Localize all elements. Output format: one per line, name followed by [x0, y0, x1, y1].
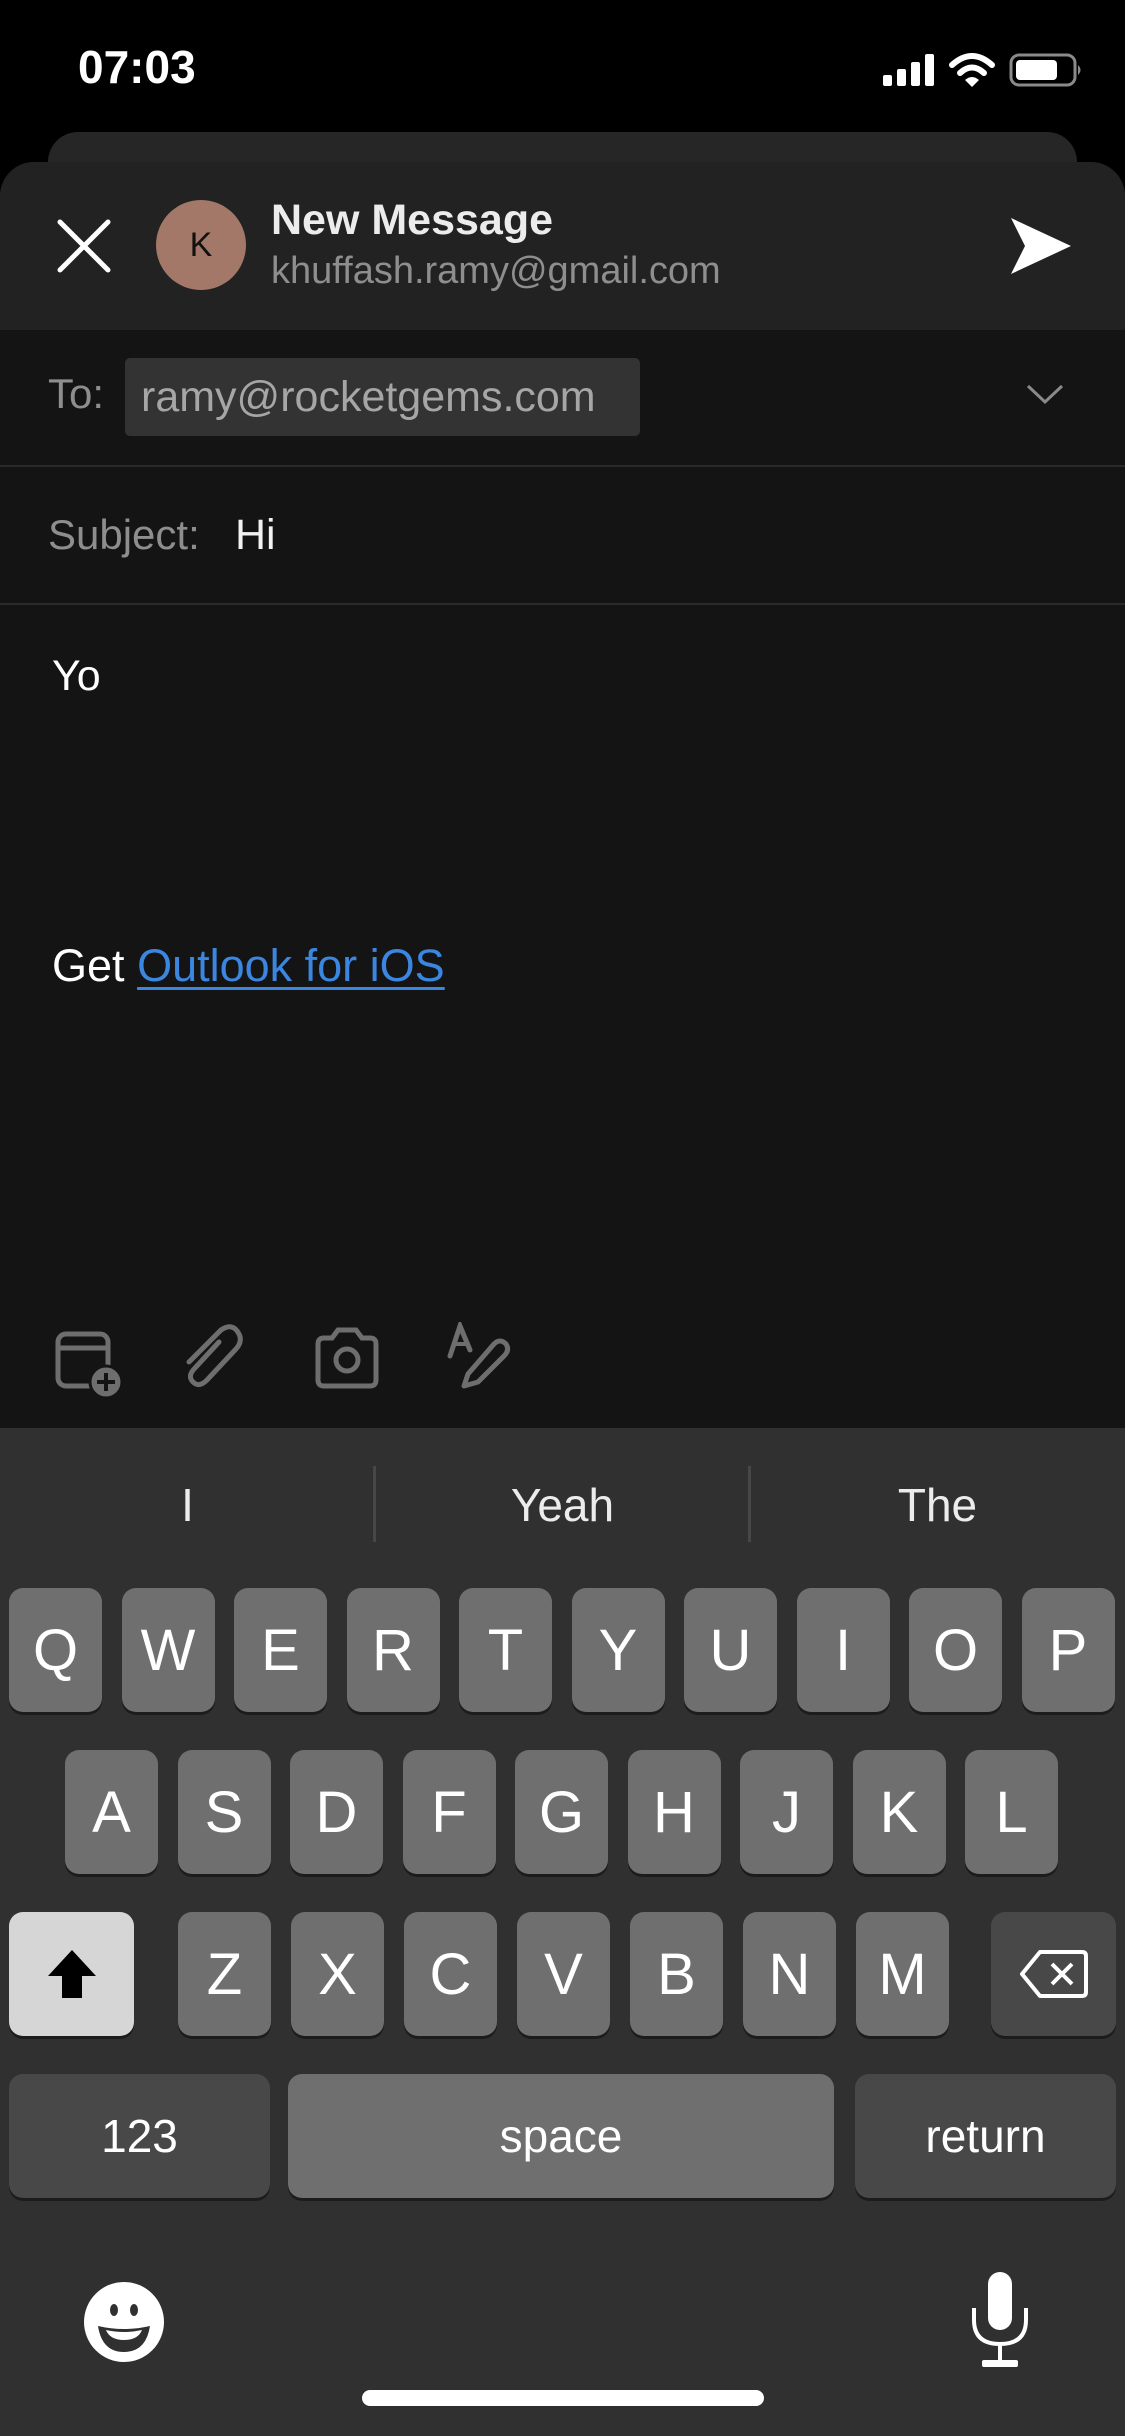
calendar-add-button[interactable]	[48, 1322, 128, 1402]
shift-icon	[47, 1950, 96, 1998]
outlook-ios-link[interactable]: Outlook for iOS	[137, 940, 445, 991]
format-button[interactable]	[440, 1318, 520, 1402]
text-format-pen-icon	[447, 1318, 511, 1389]
attach-button[interactable]	[177, 1322, 257, 1402]
key-z[interactable]: Z	[178, 1912, 271, 2036]
to-field-row[interactable]: To: ramy@rocketgems.com	[0, 330, 1125, 467]
wifi-icon	[949, 53, 995, 87]
key-i[interactable]: I	[796, 1588, 890, 1712]
signature: Get Outlook for iOS	[52, 940, 445, 992]
chevron-down-icon	[1026, 384, 1064, 405]
shift-key[interactable]	[9, 1912, 134, 2036]
close-button[interactable]	[52, 214, 116, 278]
calendar-add-icon	[55, 1331, 124, 1400]
cellular-signal-icon	[883, 54, 934, 86]
key-u[interactable]: U	[684, 1588, 777, 1712]
status-time: 07:03	[78, 41, 196, 93]
key-j[interactable]: J	[740, 1750, 833, 1874]
paperclip-icon	[186, 1324, 243, 1388]
dictation-button[interactable]	[968, 2270, 1032, 2370]
numbers-key[interactable]: 123	[9, 2074, 270, 2198]
message-body[interactable]: Yo	[52, 652, 101, 701]
home-indicator[interactable]	[362, 2390, 764, 2406]
to-label: To:	[48, 370, 105, 417]
compose-header: K New Message khuffash.ramy@gmail.com	[0, 162, 1125, 330]
key-e[interactable]: E	[234, 1588, 327, 1712]
compose-title: New Message	[271, 196, 554, 244]
key-t[interactable]: T	[459, 1588, 552, 1712]
status-icons	[883, 50, 1083, 90]
key-r[interactable]: R	[346, 1588, 440, 1712]
signature-prefix: Get	[52, 940, 125, 991]
suggestion-3[interactable]: The	[750, 1478, 1125, 1532]
emoji-button[interactable]	[82, 2280, 166, 2364]
avatar[interactable]: K	[156, 200, 246, 290]
key-d[interactable]: D	[290, 1750, 383, 1874]
key-g[interactable]: G	[515, 1750, 608, 1874]
key-s[interactable]: S	[177, 1750, 271, 1874]
backspace-icon	[1019, 1950, 1088, 1998]
key-w[interactable]: W	[121, 1588, 215, 1712]
key-a[interactable]: A	[65, 1750, 158, 1874]
expand-recipients-button[interactable]	[1025, 378, 1065, 410]
suggestion-1[interactable]: I	[0, 1478, 375, 1532]
close-icon	[57, 219, 111, 273]
return-key[interactable]: return	[855, 2074, 1116, 2198]
key-l[interactable]: L	[965, 1750, 1058, 1874]
recipient-chip[interactable]: ramy@rocketgems.com	[125, 358, 640, 436]
key-v[interactable]: V	[517, 1912, 610, 2036]
key-k[interactable]: K	[852, 1750, 946, 1874]
from-account[interactable]: khuffash.ramy@gmail.com	[271, 250, 721, 293]
key-n[interactable]: N	[743, 1912, 836, 2036]
space-key[interactable]: space	[288, 2074, 834, 2198]
key-y[interactable]: Y	[571, 1588, 665, 1712]
key-h[interactable]: H	[627, 1750, 721, 1874]
key-c[interactable]: C	[404, 1912, 497, 2036]
subject-field-row[interactable]: Subject: Hi	[0, 467, 1125, 605]
key-o[interactable]: O	[909, 1588, 1002, 1712]
key-m[interactable]: M	[856, 1912, 949, 2036]
keyboard: I Yeah The 123 space return Q W E R T Y …	[0, 1428, 1125, 2436]
microphone-icon	[972, 2272, 1028, 2367]
camera-button[interactable]	[308, 1322, 388, 1402]
key-p[interactable]: P	[1021, 1588, 1115, 1712]
subject-label: Subject:	[48, 511, 200, 558]
emoji-icon	[84, 2282, 164, 2362]
key-x[interactable]: X	[291, 1912, 384, 2036]
send-icon	[1011, 218, 1071, 274]
send-button[interactable]	[1005, 210, 1077, 282]
key-f[interactable]: F	[402, 1750, 496, 1874]
backspace-key[interactable]	[991, 1912, 1116, 2036]
suggestion-2[interactable]: Yeah	[375, 1478, 750, 1532]
key-b[interactable]: B	[630, 1912, 723, 2036]
battery-icon	[1009, 53, 1081, 87]
key-q[interactable]: Q	[9, 1588, 102, 1712]
camera-icon	[315, 1327, 379, 1389]
subject-input[interactable]: Hi	[235, 511, 276, 560]
